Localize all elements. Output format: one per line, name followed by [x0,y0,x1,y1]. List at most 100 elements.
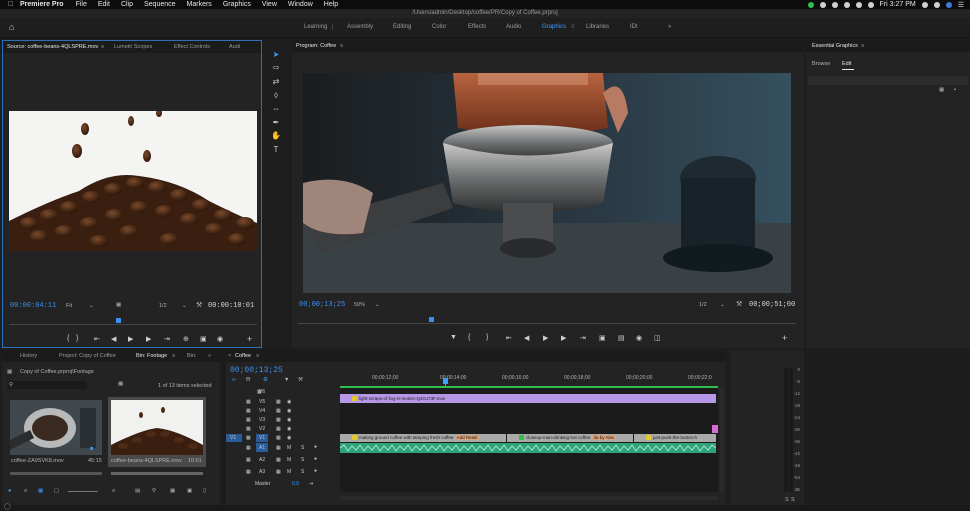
track-label-v1[interactable]: V1 [259,435,265,441]
new-folder-icon[interactable]: ▦ [170,488,175,494]
lock-icon[interactable]: ● [8,488,11,494]
timeline-horizontal-scrollbar[interactable] [340,496,718,500]
step-forward-button[interactable]: ▶ [146,335,151,343]
ws-libraries[interactable]: Libraries [586,24,609,30]
tab-edit[interactable]: Edit [842,61,851,67]
ws-graphics[interactable]: Graphics [542,24,566,30]
bin-item-name[interactable]: coffee-ZA9SVK8.mov [11,458,64,464]
program-go-to-in-button[interactable]: ⇤ [506,334,512,342]
sync-lock-icon[interactable]: ▦ [276,445,281,451]
clock[interactable]: Fri 3:27 PM [880,1,916,8]
source-res-chevron-icon[interactable]: ⌄ [182,303,187,309]
bin-menu-icon[interactable]: ≡ [172,353,175,359]
wifi-icon[interactable] [843,1,850,8]
essential-menu-icon[interactable]: ≡ [861,43,864,49]
voiceover-mic-icon[interactable]: ● [314,444,317,450]
ws-audio[interactable]: Audio [506,24,521,30]
bin-item-thumbnail[interactable] [10,400,102,455]
extract-button[interactable]: ▤ [618,334,625,342]
tab-browse[interactable]: Browse [812,61,830,67]
track-lock-icon[interactable]: ▦ [246,445,251,451]
ws-editing[interactable]: Editing [393,24,411,30]
eye-icon[interactable]: ◉ [287,435,291,441]
apple-icon[interactable]:  [8,1,20,8]
track-lock-icon[interactable]: ▦ [246,426,251,432]
track-label-v3[interactable]: V3 [259,417,265,423]
bluetooth-icon[interactable] [831,1,838,8]
tab-history[interactable]: History [20,353,37,359]
menu-edit[interactable]: Edit [98,0,110,9]
source-resolution-select[interactable]: 1/2 [159,303,167,309]
list-view-icon[interactable]: ≡ [24,488,27,494]
source-add-button-icon[interactable]: + [247,334,252,344]
track-select-tool-icon[interactable]: ⇨ [271,63,281,73]
add-marker-button[interactable]: ▼ [450,334,457,341]
track-label-a1[interactable]: A1 [259,445,265,451]
source-zoom-chevron-icon[interactable]: ⌄ [89,303,94,309]
voiceover-mic-icon[interactable]: ● [314,468,317,474]
add-edit-icon[interactable]: ⚙ [263,377,268,383]
program-zoom-chevron-icon[interactable]: ⌄ [375,302,380,308]
solo-button[interactable]: S [301,445,304,451]
sync-lock-icon[interactable]: ▦ [276,469,281,475]
mark-in-button[interactable]: { [67,335,69,342]
ws-overflow-button[interactable]: » [668,24,671,30]
new-layer-folder-icon[interactable]: ▦ [939,87,944,93]
source-export-frame-icon[interactable]: ◉ [217,335,223,343]
track-label-v6[interactable]: V6 [259,389,265,395]
eye-icon[interactable]: ◉ [287,426,291,432]
panel-overflow-icon[interactable]: » [208,353,211,359]
tab-bin-footage[interactable]: Bin: Footage [136,353,167,359]
program-step-forward-button[interactable]: ▶ [561,334,566,342]
program-play-button[interactable]: ▶ [543,334,548,342]
tab-project[interactable]: Project: Copy of Coffee [59,353,116,359]
tab-essential-graphics[interactable]: Essential Graphics [812,43,858,49]
program-timecode[interactable]: 00;00;13;25 [299,301,345,309]
clip-v2[interactable] [712,425,718,433]
sort-icon[interactable]: ≡ [112,488,115,494]
track-lock-icon[interactable]: ▦ [246,435,251,441]
ws-color[interactable]: Color [432,24,446,30]
eye-icon[interactable]: ◉ [287,408,291,414]
mute-button[interactable]: M [287,469,291,475]
timeline-timecode[interactable]: 00;00;13;25 [230,366,283,375]
source-scrubber[interactable] [9,324,257,325]
program-mark-out-button[interactable]: } [486,334,488,341]
sync-lock-icon[interactable]: ▦ [276,426,281,432]
ripple-edit-tool-icon[interactable]: ⇄ [271,77,281,87]
sync-lock-icon[interactable]: ▦ [276,435,281,441]
go-to-out-button[interactable]: ⇥ [164,335,170,343]
mark-out-button[interactable]: } [76,335,78,342]
menu-window[interactable]: Window [288,0,313,9]
program-res-chevron-icon[interactable]: ⌄ [720,302,725,308]
track-label-a2[interactable]: A2 [259,457,265,463]
menu-clip[interactable]: Clip [121,0,133,9]
ws-assembly[interactable]: Assembly [347,24,373,30]
user-icon[interactable] [921,1,928,8]
tab-source[interactable]: Source: coffee-beans-4QLSPRE.mov [7,44,98,50]
ws-idi[interactable]: IDI [630,24,638,30]
tab-lumetri-scopes[interactable]: Lumetri Scopes [114,44,152,50]
sync-lock-icon[interactable]: ▦ [276,399,281,405]
zoom-slider[interactable] [68,491,98,492]
timeline-menu-icon[interactable]: ≡ [256,353,259,359]
step-back-button[interactable]: ◀ [111,335,116,343]
program-step-back-button[interactable]: ◀ [524,334,529,342]
status-info-icon[interactable]: ◯ [4,503,11,510]
bin-item-thumbnail[interactable] [111,400,203,455]
mute-button[interactable]: M [287,445,291,451]
status-icon[interactable] [807,1,814,8]
export-frame-icon[interactable]: ◉ [636,334,642,342]
solo-button[interactable]: S [301,457,304,463]
clip-v1-b[interactable]: closeup-man-drinking-hot coffee Ilu-by A… [507,434,633,442]
bin-search-input[interactable] [7,381,87,389]
tab-effect-controls[interactable]: Effect Controls [174,44,210,50]
source-zoom-select[interactable]: Fit [66,303,72,309]
track-lock-icon[interactable]: ▦ [246,408,251,414]
program-resolution-select[interactable]: 1/2 [699,302,707,308]
insert-button[interactable]: ⊕ [183,335,189,343]
ws-effects[interactable]: Effects [468,24,486,30]
mute-button[interactable]: M [287,457,291,463]
layers-list[interactable] [808,76,968,85]
close-sequence-icon[interactable]: × [228,353,231,359]
